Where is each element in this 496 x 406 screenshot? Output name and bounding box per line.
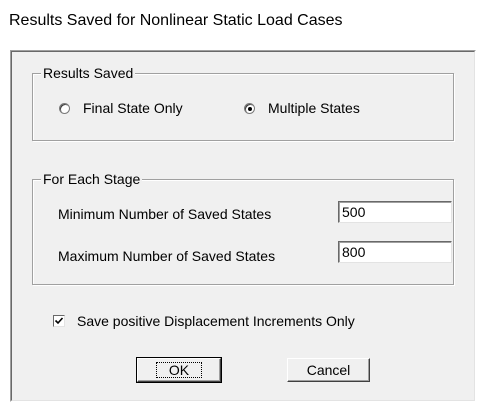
checkmark-icon [54, 317, 64, 325]
window-title: Results Saved for Nonlinear Static Load … [9, 12, 343, 29]
multiple-states-radio[interactable]: Multiple States [244, 100, 360, 116]
save-positive-checkbox[interactable] [53, 315, 65, 327]
final-state-only-label: Final State Only [83, 100, 183, 116]
save-positive-label: Save positive Displacement Increments On… [77, 313, 355, 329]
ok-button[interactable]: OK [136, 357, 222, 383]
radio-circle-icon [59, 102, 70, 114]
max-saved-states-label: Maximum Number of Saved States [58, 248, 276, 264]
results-saved-legend: Results Saved [41, 64, 136, 82]
cancel-button[interactable]: Cancel [287, 358, 370, 382]
for-each-stage-group: For Each Stage Minimum Number of Saved S… [32, 170, 454, 285]
min-saved-states-label: Minimum Number of Saved States [58, 206, 272, 222]
multiple-states-label: Multiple States [268, 100, 360, 116]
save-positive-checkbox-row[interactable]: Save positive Displacement Increments On… [53, 313, 355, 329]
for-each-stage-legend: For Each Stage [41, 170, 143, 188]
cancel-button-label: Cancel [306, 362, 351, 378]
dialog-panel: Results Saved Final State Only Multiple … [10, 50, 476, 402]
results-saved-group: Results Saved Final State Only Multiple … [32, 64, 454, 141]
min-saved-states-input[interactable] [338, 201, 452, 223]
radio-selected-icon [244, 102, 255, 114]
final-state-only-radio[interactable]: Final State Only [59, 100, 183, 116]
max-saved-states-input[interactable] [338, 241, 452, 263]
ok-button-label: OK [155, 362, 203, 378]
